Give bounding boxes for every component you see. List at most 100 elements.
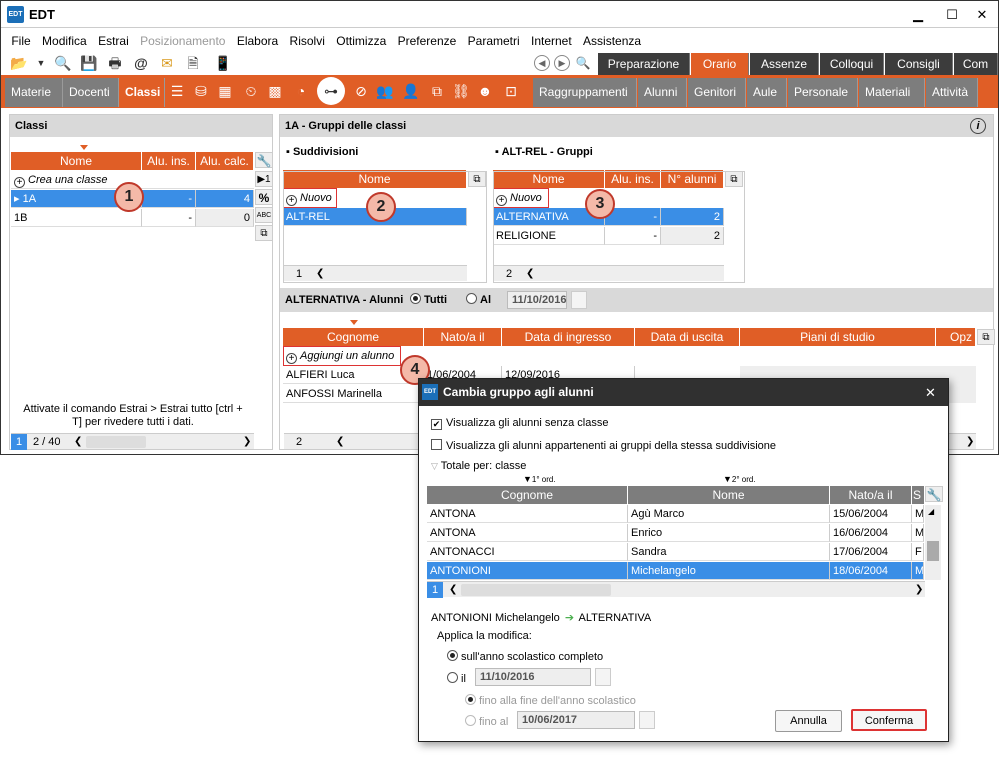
stack-icon[interactable]: ⛁ [191, 81, 211, 101]
checkbox-no-class[interactable]: ✔ Visualizza gli alunni senza classe [431, 417, 608, 430]
column-header-cognome[interactable]: Cognome [283, 328, 424, 346]
nav-tab-aule[interactable]: Aule [747, 78, 787, 107]
column-header-nato-il[interactable]: Nato/a il [424, 328, 502, 346]
maximize-button[interactable]: ☐ [941, 5, 963, 25]
clock-icon[interactable]: ◔ [291, 81, 311, 101]
column-header-opz[interactable]: Opz [936, 328, 976, 346]
close-icon[interactable]: ✕ [925, 379, 936, 406]
grid-icon[interactable]: ▩ [265, 81, 285, 101]
nav-tab-alunni[interactable]: Alunni [638, 78, 687, 107]
scroll-left-icon[interactable]: ❮ [449, 582, 457, 598]
scroll-right-icon[interactable]: ❯ [915, 582, 923, 598]
forbidden-icon[interactable]: ⊘ [351, 81, 371, 101]
user-icon[interactable]: ☻ [475, 81, 495, 101]
menu-elabora[interactable]: Elabora [233, 32, 282, 50]
option-full-year[interactable]: sull'anno scolastico completo [447, 650, 603, 663]
link-icon[interactable]: ⛓ [451, 81, 471, 101]
option-until-date[interactable]: fino al [465, 715, 508, 728]
menu-parametri[interactable]: Parametri [464, 32, 524, 50]
envelope-icon[interactable]: ✉ [157, 53, 177, 73]
nav-tab-raggruppamenti[interactable]: Raggruppamenti [533, 78, 637, 107]
table-row[interactable]: ANFOSSI Marinella [283, 385, 424, 403]
scroll-left-icon[interactable]: ❮ [336, 434, 344, 450]
column-header-n-alunni[interactable]: N° alunni [661, 170, 724, 188]
column-header-sesso[interactable]: S [912, 486, 924, 504]
checkbox-same-subdivision[interactable]: Visualizza gli alunni appartenenti ai gr… [431, 439, 776, 452]
menu-posizionamento[interactable]: Posizionamento [136, 32, 229, 50]
tab-colloqui[interactable]: Colloqui [820, 53, 884, 75]
menu-estrai[interactable]: Estrai [94, 32, 133, 50]
column-header-nome[interactable]: Nome [493, 170, 605, 188]
column-header-alu-ins[interactable]: Alu. ins. [605, 170, 661, 188]
scroll-left-icon[interactable]: ❮ [316, 266, 324, 282]
mobile-icon[interactable]: 📱 [213, 53, 233, 73]
nav-tab-materie[interactable]: Materie [5, 78, 63, 107]
cancel-button[interactable]: Annulla [775, 710, 842, 732]
column-header-nome[interactable]: Nome [11, 152, 142, 170]
history-search-icon[interactable]: 🔍 [573, 53, 593, 73]
table-row[interactable]: ANTONIONI [427, 562, 628, 580]
back-icon[interactable]: ◀ [534, 55, 550, 71]
tab-preparazione[interactable]: Preparazione [598, 53, 690, 75]
nav-tab-personale[interactable]: Personale [788, 78, 858, 107]
column-header-nome[interactable]: Nome [283, 170, 467, 188]
search-icon[interactable]: 🔍 [53, 53, 73, 73]
nav-tab-classi[interactable]: Classi [119, 78, 165, 107]
table-row[interactable]: ANTONA [427, 505, 628, 523]
table-row[interactable]: RELIGIONE [493, 227, 605, 245]
scroll-up-icon[interactable]: ◢ [928, 507, 938, 517]
squares-icon[interactable]: ⧉ [427, 81, 447, 101]
table-row[interactable]: ANTONA [427, 524, 628, 542]
option-from-date[interactable]: il [447, 672, 466, 685]
groups-icon[interactable]: ⊶ [317, 77, 345, 105]
nav-tab-materiali[interactable]: Materiali [859, 78, 925, 107]
calendar-icon[interactable] [571, 291, 587, 309]
totale-row[interactable]: ▽ Totale per: classe [431, 460, 526, 472]
tab-assenze[interactable]: Assenze [750, 53, 819, 75]
tab-orario[interactable]: Orario [691, 53, 749, 75]
column-header-piani-studio[interactable]: Piani di studio [740, 328, 936, 346]
confirm-button[interactable]: Conferma [851, 709, 927, 731]
menu-ottimizza[interactable]: Ottimizza [332, 32, 390, 50]
copy-icon[interactable]: ⧉ [255, 225, 273, 241]
copy-icon[interactable]: ⧉ [977, 329, 995, 345]
calendar-icon[interactable] [639, 711, 655, 729]
column-header-data-uscita[interactable]: Data di uscita [635, 328, 740, 346]
close-button[interactable]: ✕ [971, 5, 993, 25]
column-header-data-ingresso[interactable]: Data di ingresso [502, 328, 635, 346]
user-frame-icon[interactable]: ⊡ [501, 81, 521, 101]
copy-icon[interactable]: ⧉ [468, 171, 486, 187]
wrench-icon[interactable]: 🔧 [255, 152, 273, 168]
column-header-alu-ins[interactable]: Alu. ins. [142, 152, 196, 170]
nav-tab-docenti[interactable]: Docenti [63, 78, 119, 107]
date-field[interactable]: 11/10/2016 [507, 291, 567, 309]
radio-al[interactable]: Al [466, 288, 491, 312]
scroll-right-icon[interactable]: ❯ [243, 434, 251, 450]
percent-button[interactable]: % [255, 189, 273, 205]
list-icon[interactable]: ☰ [167, 81, 187, 101]
column-header-cognome[interactable]: Cognome [427, 486, 628, 504]
menu-assistenza[interactable]: Assistenza [579, 32, 645, 50]
column-header-alu-calc[interactable]: Alu. calc. [196, 152, 254, 170]
radio-tutti[interactable]: Tutti [410, 288, 447, 312]
time-icon[interactable]: ⏲ [241, 81, 261, 101]
people-icon[interactable]: 👥 [375, 81, 395, 101]
save-icon[interactable]: 💾 [79, 53, 99, 73]
date-from-field[interactable]: 11/10/2016 [475, 668, 591, 686]
wrench-icon[interactable]: 🔧 [925, 486, 943, 502]
dropdown-arrow-icon[interactable]: ▼ [31, 53, 51, 73]
horizontal-scrollbar[interactable] [461, 584, 611, 596]
tab-com[interactable]: Com [954, 53, 998, 75]
scroll-thumb[interactable] [927, 541, 939, 561]
abc-button[interactable]: ABC [255, 207, 273, 223]
scroll-right-icon[interactable]: ❯ [966, 434, 974, 450]
column-header-nome[interactable]: Nome [628, 486, 830, 504]
column-header-nato-il[interactable]: Nato/a il [830, 486, 912, 504]
menu-risolvi[interactable]: Risolvi [286, 32, 329, 50]
horizontal-scrollbar[interactable] [86, 436, 146, 448]
calendar-icon[interactable] [595, 668, 611, 686]
date-until-field[interactable]: 10/06/2017 [517, 711, 635, 729]
table-row[interactable]: 1B [11, 209, 142, 227]
tab-consigli[interactable]: Consigli [885, 53, 953, 75]
menu-file[interactable]: File [7, 32, 34, 50]
